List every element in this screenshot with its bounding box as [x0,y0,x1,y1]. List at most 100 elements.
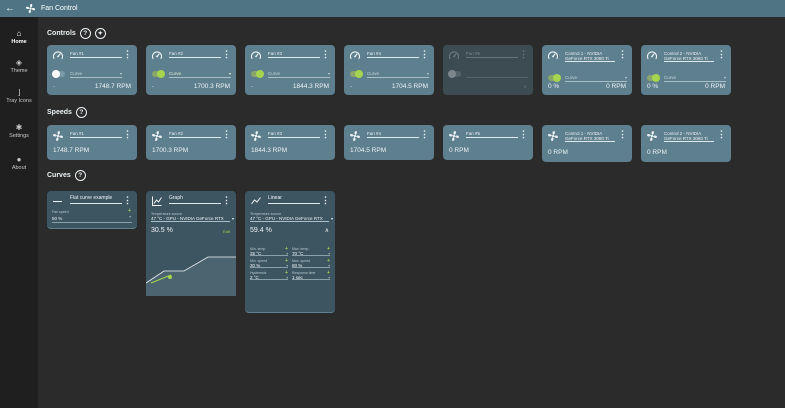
more-vert-icon[interactable]: ⋮ [420,130,429,139]
control-select[interactable]: Curve ▾ [664,73,726,82]
control-toggle[interactable] [52,70,65,78]
sidebar-item-theme[interactable]: ◈ Theme [0,58,38,74]
sidebar-item-label: About [11,165,27,171]
control-select[interactable]: Curve ▾ [70,69,122,78]
control-toggle[interactable] [251,70,264,78]
edit-button[interactable]: Edit [223,229,230,234]
magic-wand-icon[interactable]: ✦ [94,28,106,39]
sidebar-item-tray-icons[interactable]: ⌋ Tray Icons [0,88,38,104]
minus-icon[interactable]: - [129,215,131,220]
field-underline [52,222,132,223]
control-speed: 1844.3 RPM [292,83,329,90]
max-speed-field[interactable]: Max. speed 80 % + - [292,259,330,269]
response-time-field[interactable]: Response time 1 sec + - [292,271,330,281]
section-title: Speeds [47,109,72,116]
more-vert-icon[interactable]: ⋮ [321,130,330,139]
control-toggle[interactable] [548,74,561,82]
max-temp-field[interactable]: Max. temp. 70 °C + - [292,247,330,257]
graph-chart-icon [152,196,162,206]
gauge-icon [349,50,361,62]
curve-name: Flat curve example [70,195,113,201]
more-vert-icon[interactable]: ⋮ [321,196,330,205]
linear-chart-icon [251,197,261,205]
minus-icon: - [328,275,330,281]
control-toggle[interactable] [647,74,660,82]
control-name-underline [466,57,518,58]
more-vert-icon[interactable]: ⋮ [222,130,231,139]
fan-icon [52,130,64,142]
control-name-underline [664,61,714,62]
help-icon[interactable]: ? [75,107,87,118]
control-name: Control 1 - NVIDIA GeForce RTX 3080 Ti [565,51,609,61]
control-select[interactable]: Curve ▾ [367,69,429,78]
gauge-icon [646,50,658,62]
curve-output: 30.5 % [151,227,173,234]
control-name: Fan #3 [268,51,283,56]
more-vert-icon[interactable]: ⋮ [618,50,627,59]
more-vert-icon[interactable]: ⋮ [618,130,627,139]
control-toggle[interactable] [350,70,363,78]
curves-section-header: Curves ? [47,170,86,181]
speed-value: 1748.7 RPM [53,147,90,154]
curve-card-flat: Flat curve example ⋮ Fan speed 50 % + - [47,191,137,229]
control-speed: 0 RPM [606,83,626,90]
flat-line-icon [53,201,62,202]
speed-value: 0 RPM [647,149,667,156]
more-vert-icon[interactable]: ⋮ [717,50,726,59]
speed-card-fan-3: Fan #3 ⋮ 1844.3 RPM [245,125,335,160]
speed-name: Fan #2 [169,131,184,136]
temperature-source-select[interactable]: 47 °C - GPU - NVIDIA GeForce RTX [151,216,230,222]
control-percent: 0 % [647,83,659,90]
minus-icon[interactable]: - [251,83,253,90]
control-speed: 1748.7 RPM [94,83,131,90]
more-vert-icon[interactable]: ⋮ [717,130,726,139]
more-vert-icon[interactable]: ⋮ [420,50,429,59]
minus-icon[interactable]: - [350,83,352,90]
control-select[interactable]: Curve ▾ [268,69,330,78]
more-vert-icon[interactable]: ⋮ [123,50,132,59]
more-vert-icon[interactable]: ⋮ [519,50,528,59]
speed-name-underline [367,137,419,138]
back-arrow-icon[interactable]: ← [5,3,17,14]
hysteresis-field[interactable]: Hysteresis 2 °C + - [250,271,288,281]
min-temp-field[interactable]: Min. temp. 35 °C + - [250,247,288,257]
control-name-underline [70,57,122,58]
curve-name-underline [70,203,122,204]
speed-name-underline [466,137,518,138]
gauge-icon [250,50,262,62]
sidebar-item-settings[interactable]: ✱ Settings [0,123,38,139]
fan-icon [250,130,262,142]
sidebar-item-home[interactable]: ⌂ Home [0,29,38,45]
min-speed-field[interactable]: Min. speed 30 % + - [250,259,288,269]
more-vert-icon[interactable]: ⋮ [123,130,132,139]
more-vert-icon[interactable]: ⋮ [321,50,330,59]
control-select[interactable]: Curve ▾ [565,73,627,82]
curve-graph[interactable] [146,241,236,296]
curve-card-linear: Linear ⋮ Temperature source 47 °C - GPU … [245,191,335,313]
control-toggle[interactable] [448,70,461,78]
flat-value[interactable]: 50 % [52,216,62,221]
chevron-up-icon[interactable]: ∧ [325,227,329,234]
more-vert-icon[interactable]: ⋮ [222,50,231,59]
temperature-source-select[interactable]: 47 °C - GPU - NVIDIA GeForce RTX [250,216,329,222]
control-speed: 0 RPM [705,83,725,90]
minus-icon[interactable]: - [53,83,55,90]
speed-name-underline [169,137,221,138]
control-select[interactable]: Curve ▾ [169,69,231,78]
gauge-icon [448,50,460,62]
more-vert-icon[interactable]: ⋮ [222,196,231,205]
speed-name-underline [70,137,122,138]
chevron-down-icon: ▾ [331,216,334,221]
sidebar-item-about[interactable]: ● About [0,155,38,171]
control-select[interactable] [466,69,528,78]
help-icon[interactable]: ? [74,170,86,181]
control-name: Fan #2 [169,51,184,56]
speed-card-control-2: Control 2 - NVIDIA GeForce RTX 3080 Ti ⋮… [641,125,731,162]
more-vert-icon[interactable]: ⋮ [123,196,132,205]
minus-icon[interactable]: - [152,83,154,90]
help-icon[interactable]: ? [79,28,91,39]
paint-bucket-icon: ◈ [15,58,23,67]
more-vert-icon[interactable]: ⋮ [519,130,528,139]
control-toggle[interactable] [152,70,165,78]
control-card-control-1: Control 1 - NVIDIA GeForce RTX 3080 Ti ⋮… [542,45,632,95]
